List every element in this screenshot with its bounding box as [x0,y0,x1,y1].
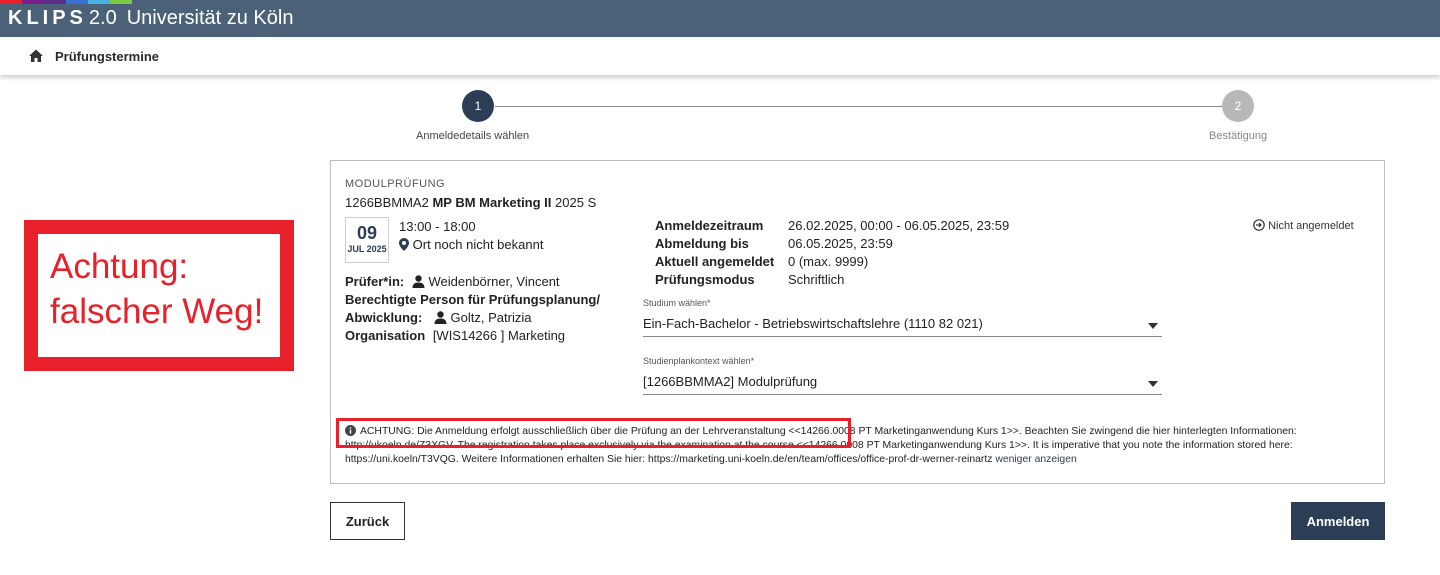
planner-row: Abwicklung: Goltz, Patrizia [345,310,531,325]
context-select[interactable]: [1266BBMMA2] Modulprüfung [643,371,1162,395]
brand-name: KLIPS [8,7,87,29]
organisation-label: Organisation [345,328,426,343]
date-badge: 09 JUL 2025 [345,217,389,263]
home-icon[interactable] [28,48,44,64]
detail-label: Prüfungsmodus [655,272,755,287]
exam-type-label: MODULPRÜFUNG [345,178,446,190]
stepper-line [495,106,1222,107]
page-title: Prüfungstermine [55,48,160,64]
planner-name: Goltz, Patrizia [450,310,532,325]
exam-term: 2025 S [555,195,597,210]
status-indicator: Nicht angemeldet [1253,219,1354,232]
step-2-indicator: 2 [1222,90,1254,122]
exam-location: Ort noch nicht bekannt [399,237,543,252]
date-day: 09 [356,223,378,243]
date-month: JUL 2025 [347,244,387,254]
step-1-indicator: 1 [462,90,494,122]
study-select-value: Ein-Fach-Bachelor - Betriebswirtschaftsl… [643,316,983,331]
sign-in-icon [1253,219,1265,231]
exam-title-line: 1266BBMMA2 MP BM Marketing II 2025 S [345,195,596,210]
study-select-label: Studium wählen* [643,298,711,308]
planner-label-line2: Abwicklung: [345,310,423,325]
organisation-value: [WIS14266 ] Marketing [432,328,566,343]
organisation-row: Organisation [WIS14266 ] Marketing [345,328,565,343]
detail-value: 0 (max. 9999) [788,254,869,269]
highlight-annotation [336,418,851,448]
brand-version: 2.0 [88,7,117,29]
app-logo[interactable]: KLIPS 2.0 Universität zu Köln [8,7,293,35]
user-icon [434,311,447,324]
user-icon [412,275,425,288]
planner-label-line1: Berechtigte Person für Prüfungsplanung/ [345,292,600,307]
register-button[interactable]: Anmelden [1291,502,1385,540]
show-less-link[interactable]: weniger anzeigen [995,454,1076,465]
detail-value: 26.02.2025, 00:00 - 06.05.2025, 23:59 [788,218,1010,233]
exam-code: 1266BBMMA2 [345,195,429,210]
step-1-label: Anmeldedetails wählen [416,130,530,142]
caret-down-icon [1148,323,1158,329]
map-marker-icon [399,238,409,251]
location-text: Ort noch nicht bekannt [412,237,544,252]
exam-time: 13:00 - 18:00 [399,219,476,234]
examiner-name: Weidenbörner, Vincent [428,274,560,289]
back-button[interactable]: Zurück [330,502,405,540]
context-select-label: Studienplankontext wählen* [643,356,755,366]
detail-label: Anmeldezeitraum [655,218,764,233]
top-bar: KLIPS 2.0 Universität zu Köln [0,0,1440,37]
brand-stripes [0,0,132,4]
warning-overlay: Achtung: falscher Weg! [24,220,294,371]
detail-value: 06.05.2025, 23:59 [788,236,893,251]
detail-value: Schriftlich [788,272,845,287]
university-name: Universität zu Köln [126,7,294,29]
step-2-label: Bestätigung [1209,130,1268,142]
warning-text: Achtung: falscher Weg! [50,247,264,331]
examiner-label: Prüfer*in: [345,274,405,289]
status-text: Nicht angemeldet [1268,220,1354,232]
study-select[interactable]: Ein-Fach-Bachelor - Betriebswirtschaftsl… [643,313,1162,337]
exam-title: MP BM Marketing II [432,195,552,210]
breadcrumb: Prüfungstermine [0,37,1440,75]
context-select-value: [1266BBMMA2] Modulprüfung [643,374,818,389]
detail-label: Abmeldung bis [655,236,749,251]
caret-down-icon [1148,381,1158,387]
examiner-row: Prüfer*in: Weidenbörner, Vincent [345,274,560,289]
detail-label: Aktuell angemeldet [655,254,775,269]
